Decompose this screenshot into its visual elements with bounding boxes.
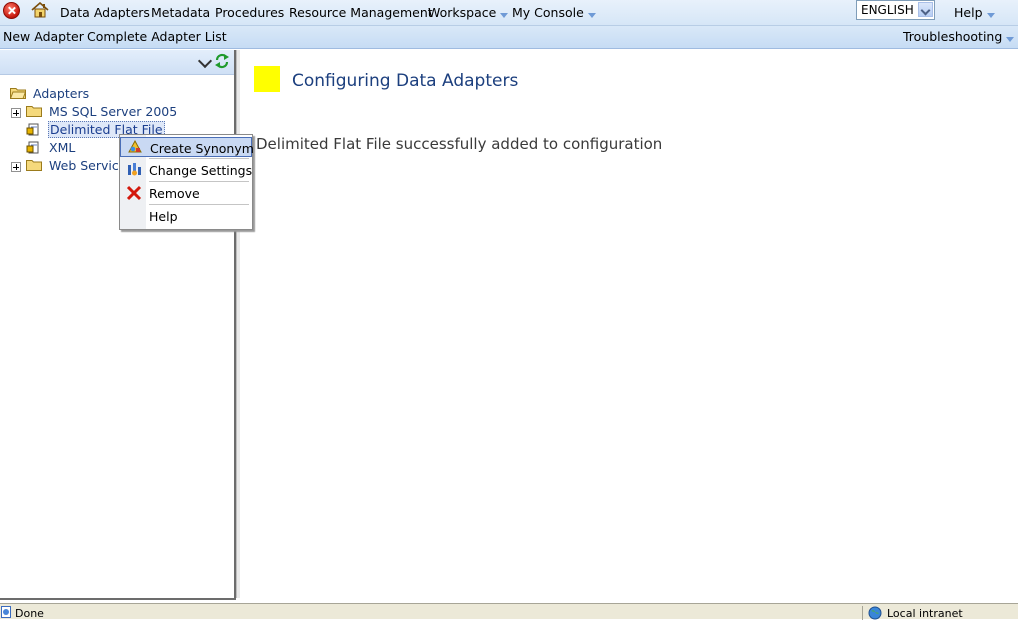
menu-item-create-synonym[interactable]: Create Synonym bbox=[120, 137, 254, 157]
context-menu: Create Synonym Change Settings Remove He… bbox=[119, 134, 254, 230]
chevron-down-icon bbox=[500, 13, 509, 18]
top-menu-bar: Data Adapters Metadata Procedures Resour… bbox=[0, 0, 1018, 26]
menu-separator bbox=[149, 181, 249, 182]
browser-status-bar: Done Local intranet bbox=[0, 603, 1018, 620]
tree-item-label: XML bbox=[49, 140, 76, 155]
menu-item-label: Change Settings bbox=[149, 163, 253, 178]
tree-item-label: MS SQL Server 2005 bbox=[49, 104, 178, 119]
page-loaded-icon bbox=[1, 606, 11, 618]
tree-item-ms-sql-server[interactable]: MS SQL Server 2005 bbox=[10, 104, 210, 120]
chevron-down-icon bbox=[587, 13, 596, 18]
expand-plus-icon[interactable] bbox=[11, 108, 21, 118]
menu-workspace-label: Workspace bbox=[428, 5, 497, 20]
refresh-icon[interactable] bbox=[214, 53, 230, 69]
security-zone-text: Local intranet bbox=[887, 607, 963, 620]
collapse-chevron-icon[interactable] bbox=[197, 53, 213, 69]
menu-item-help[interactable]: Help bbox=[120, 206, 252, 226]
tree-item-xml[interactable]: XML bbox=[10, 140, 90, 156]
chevron-down-icon bbox=[986, 13, 995, 18]
adapter-tree-pane: Adapters MS SQL Server 2005 Delimited Fl… bbox=[0, 50, 236, 600]
menu-my-console[interactable]: My Console bbox=[512, 5, 596, 20]
remove-x-icon bbox=[126, 185, 142, 201]
menu-help[interactable]: Help bbox=[954, 5, 995, 20]
sub-toolbar: New Adapter Complete Adapter List Troubl… bbox=[0, 26, 1018, 49]
menu-my-console-label: My Console bbox=[512, 5, 584, 20]
menu-item-remove[interactable]: Remove bbox=[120, 183, 252, 203]
dropdown-arrow-icon[interactable] bbox=[918, 2, 933, 17]
home-icon[interactable] bbox=[31, 2, 49, 18]
expand-plus-icon[interactable] bbox=[11, 162, 21, 172]
tree-root-adapters[interactable]: Adapters bbox=[10, 86, 130, 102]
new-adapter-link[interactable]: New Adapter bbox=[3, 29, 84, 44]
menu-item-label: Remove bbox=[149, 186, 200, 201]
menu-item-label: Help bbox=[149, 209, 178, 224]
settings-icon bbox=[128, 163, 141, 176]
folder-open-icon bbox=[10, 88, 26, 99]
adapter-icon bbox=[26, 141, 39, 154]
menu-resource-management[interactable]: Resource Management bbox=[289, 5, 433, 20]
menu-workspace[interactable]: Workspace bbox=[428, 5, 509, 20]
complete-adapter-list-link[interactable]: Complete Adapter List bbox=[87, 29, 227, 44]
menu-data-adapters[interactable]: Data Adapters bbox=[60, 5, 150, 20]
menu-separator bbox=[149, 204, 249, 205]
chevron-down-icon bbox=[1006, 37, 1015, 42]
page-title: Configuring Data Adapters bbox=[292, 71, 519, 91]
status-message: Delimited Flat File successfully added t… bbox=[256, 135, 663, 153]
adapter-icon bbox=[26, 123, 39, 136]
menu-item-change-settings[interactable]: Change Settings bbox=[120, 160, 252, 180]
language-select[interactable]: ENGLISH bbox=[856, 0, 935, 20]
menu-help-label: Help bbox=[954, 5, 983, 20]
pane-splitter[interactable] bbox=[236, 50, 240, 598]
menu-metadata[interactable]: Metadata bbox=[151, 5, 210, 20]
troubleshooting-menu[interactable]: Troubleshooting bbox=[903, 29, 1015, 44]
folder-icon bbox=[26, 106, 42, 117]
tree-toolbar bbox=[0, 50, 234, 75]
menu-procedures[interactable]: Procedures bbox=[215, 5, 284, 20]
tree-item-web-services[interactable]: Web Services bbox=[10, 158, 120, 174]
menu-separator bbox=[149, 158, 249, 159]
troubleshooting-label: Troubleshooting bbox=[903, 29, 1003, 44]
status-text: Done bbox=[15, 607, 44, 620]
title-accent-square bbox=[254, 66, 280, 92]
close-icon[interactable] bbox=[3, 2, 20, 19]
create-synonym-icon bbox=[128, 140, 142, 153]
language-value: ENGLISH bbox=[861, 3, 914, 17]
tree-root-label: Adapters bbox=[33, 86, 90, 101]
tree-item-label: Web Services bbox=[49, 158, 120, 173]
folder-icon bbox=[26, 160, 42, 171]
menu-item-label: Create Synonym bbox=[150, 141, 254, 156]
